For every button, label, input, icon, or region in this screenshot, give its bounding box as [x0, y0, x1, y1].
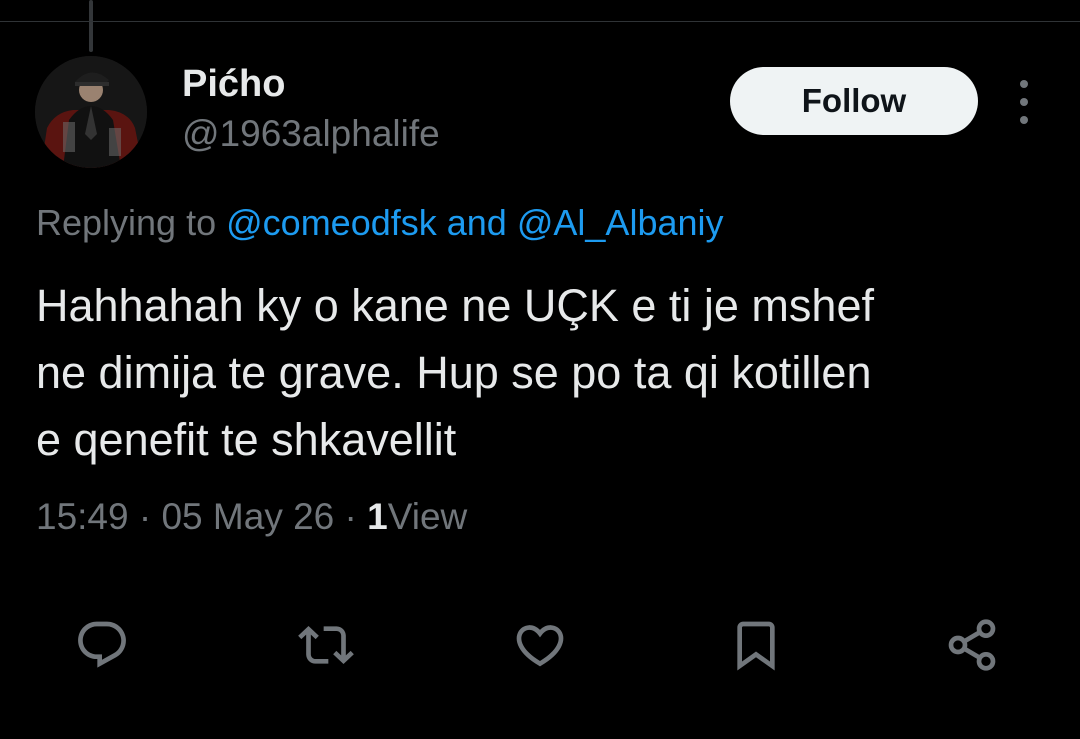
follow-button[interactable]: Follow — [730, 67, 978, 135]
reply-button[interactable] — [72, 615, 132, 675]
views-count: 1 — [367, 496, 388, 537]
share-button[interactable] — [942, 615, 1002, 675]
meta-separator: · — [138, 496, 152, 537]
mention-conjunction[interactable]: and — [447, 202, 507, 243]
more-dot-icon — [1020, 116, 1028, 124]
more-options-button[interactable] — [1008, 80, 1040, 124]
tweet-time[interactable]: 15:49 — [36, 496, 129, 537]
more-dot-icon — [1020, 80, 1028, 88]
tweet-text: Hahhahah ky o kane ne UÇK e ti je mshef … — [36, 280, 874, 465]
replying-prefix: Replying to — [36, 202, 217, 243]
thread-connector-line — [89, 0, 93, 52]
bookmark-button[interactable] — [726, 615, 786, 675]
retweet-icon — [298, 626, 354, 664]
mention-link[interactable]: @comeodfsk — [226, 202, 437, 243]
views-label: View — [387, 496, 468, 537]
bookmark-icon — [737, 621, 775, 671]
replying-to-line: Replying to @comeodfsk and @Al_Albaniy — [36, 202, 724, 244]
retweet-button[interactable] — [296, 615, 356, 675]
heart-icon — [516, 625, 564, 667]
more-dot-icon — [1020, 98, 1028, 106]
display-name[interactable]: Pićho — [182, 63, 285, 106]
like-button[interactable] — [510, 615, 570, 675]
user-handle[interactable]: @1963alphalife — [182, 113, 440, 155]
reply-icon — [78, 621, 126, 668]
mention-link[interactable]: @Al_Albaniy — [517, 202, 724, 243]
top-divider — [0, 21, 1080, 22]
tweet-date[interactable]: 05 May 26 — [161, 496, 334, 537]
share-icon — [948, 619, 996, 671]
avatar[interactable] — [35, 56, 147, 168]
tweet-metadata: 15:49 · 05 May 26 · 1View — [36, 496, 467, 538]
avatar-image — [35, 56, 147, 168]
meta-separator: · — [344, 496, 357, 537]
